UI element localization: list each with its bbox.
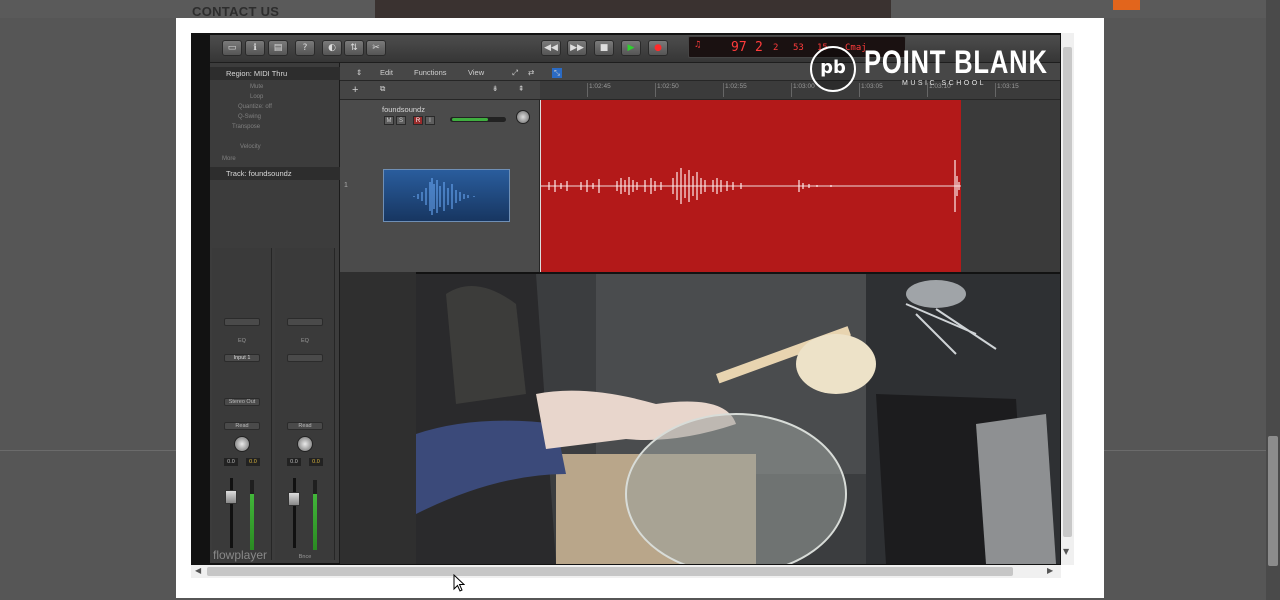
track-number: 1: [344, 182, 348, 189]
thumb-waveform-svg: [413, 178, 475, 215]
view-menu[interactable]: View: [468, 68, 484, 77]
add-track-icon[interactable]: +: [352, 84, 358, 96]
scroll-left-icon[interactable]: ◀: [195, 566, 201, 575]
gain-value: 0.0: [246, 458, 260, 466]
video-content[interactable]: [416, 274, 1060, 564]
functions-menu[interactable]: Functions: [414, 68, 447, 77]
channel-name-2: Bnce: [298, 554, 312, 560]
pan-knob[interactable]: [234, 436, 250, 452]
region-waveform-svg: [541, 160, 962, 212]
video-scene-svg: [416, 274, 1060, 564]
input-slot-2[interactable]: [287, 354, 323, 362]
channel-strip-1: EQ Input 1 Stereo Out Read 0.0 0.0: [212, 248, 272, 560]
page-scrollbar[interactable]: [1266, 0, 1280, 600]
track-tools-icon[interactable]: ⇟: [492, 84, 498, 93]
mouse-cursor-icon: [453, 574, 465, 592]
channel-strip-2: EQ Read 0.0 0.0 Bnce: [275, 248, 335, 560]
volume-fader-2[interactable]: [288, 492, 300, 506]
fader-track: [230, 478, 233, 548]
automation-read-button[interactable]: Read: [224, 422, 260, 430]
page-scrollbar-thumb[interactable]: [1268, 436, 1278, 566]
lcd-metronome-icon: ♫: [695, 40, 701, 50]
lists-icon[interactable]: ▤: [268, 40, 288, 56]
edit-menu[interactable]: Edit: [380, 68, 393, 77]
track-name[interactable]: foundsoundz: [382, 105, 425, 114]
audio-region[interactable]: [540, 100, 962, 272]
play-icon[interactable]: ▶: [621, 40, 641, 56]
empty-tracks-area: [340, 272, 416, 564]
record-enable-button[interactable]: R: [413, 116, 423, 125]
solo-button[interactable]: S: [396, 116, 406, 125]
fast-forward-icon[interactable]: ▶▶: [567, 40, 587, 56]
level-meter-2: [313, 480, 317, 550]
fader-track-2: [293, 478, 296, 548]
help-icon[interactable]: ?: [295, 40, 315, 56]
region-header[interactable]: Region: MIDI Thru: [210, 67, 340, 80]
background-image-strip: [375, 0, 891, 18]
volume-fader[interactable]: [225, 490, 237, 504]
logo-subtitle: MUSIC SCHOOL: [902, 80, 987, 87]
region-param-more[interactable]: More: [222, 153, 302, 166]
modal-vertical-scrollbar[interactable]: ▼: [1061, 33, 1074, 565]
duplicate-track-icon[interactable]: ⧉: [380, 84, 385, 94]
record-icon[interactable]: ●: [648, 40, 668, 56]
eq-label: EQ: [238, 338, 246, 344]
automation-read-button-2[interactable]: Read: [287, 422, 323, 430]
pan-knob-2[interactable]: [297, 436, 313, 452]
flex-icon[interactable]: ⤡: [552, 68, 562, 78]
mixer-icon[interactable]: ⇅: [344, 40, 364, 56]
logo-mark-icon: pb: [810, 46, 856, 92]
track-tools-icon-2[interactable]: ⇞: [518, 84, 524, 93]
scroll-down-icon[interactable]: ▼: [1063, 547, 1069, 556]
track-volume-slider[interactable]: [450, 117, 506, 122]
track-volume-fill: [452, 118, 488, 121]
pan-value: 0.0: [224, 458, 238, 466]
logo-title: POINT BLANK: [864, 44, 1048, 80]
empty-track-area[interactable]: [961, 100, 1060, 272]
input-slot[interactable]: Input 1: [224, 354, 260, 362]
modal-horizontal-scrollbar[interactable]: ◀ ▶: [191, 565, 1061, 578]
region-param-transpose: Transpose: [232, 124, 261, 130]
link-icon[interactable]: ⇄: [528, 68, 534, 77]
scroll-right-icon[interactable]: ▶: [1047, 566, 1053, 575]
contact-us-link[interactable]: CONTACT US: [192, 4, 279, 19]
ruler-tick: 1:02:55: [723, 83, 747, 97]
track-header-bar: + ⧉ ⇟ ⇞: [340, 81, 540, 100]
eq-label-2: EQ: [301, 338, 309, 344]
track-pan-knob[interactable]: [516, 110, 530, 124]
vertical-scroll-thumb[interactable]: [1063, 47, 1072, 537]
mute-button[interactable]: M: [384, 116, 394, 125]
stop-icon[interactable]: ■: [594, 40, 614, 56]
ruler-tick: 1:02:45: [587, 83, 611, 97]
info-icon[interactable]: ℹ: [245, 40, 265, 56]
point-blank-logo: pb POINT BLANK MUSIC SCHOOL: [808, 44, 1068, 92]
ruler-tick: 1:02:50: [655, 83, 679, 97]
track-icon-waveform: [383, 169, 510, 222]
lcd-tempo: 97: [731, 40, 747, 55]
flowplayer-watermark: flowplayer: [213, 548, 268, 562]
setting-button[interactable]: [224, 318, 260, 326]
lcd-bar: 2: [755, 40, 763, 55]
track-header[interactable]: Track: foundsoundz: [210, 167, 340, 180]
setting-button-2[interactable]: [287, 318, 323, 326]
pan-value-2: 0.0: [287, 458, 301, 466]
editors-icon[interactable]: ✂: [366, 40, 386, 56]
media-icon[interactable]: ▭: [222, 40, 242, 56]
lcd-tick: 53: [793, 43, 804, 53]
lcd-beat: 2: [773, 43, 779, 53]
horizontal-scroll-thumb[interactable]: [207, 567, 1013, 576]
orange-close-button[interactable]: [1113, 0, 1140, 10]
input-monitor-button[interactable]: I: [425, 116, 435, 125]
smart-controls-icon[interactable]: ◐: [322, 40, 342, 56]
rewind-icon[interactable]: ◀◀: [541, 40, 561, 56]
tracks-menu-icon[interactable]: ⇕: [356, 68, 362, 77]
level-meter: [250, 480, 254, 550]
gain-value-2: 0.0: [309, 458, 323, 466]
output-slot[interactable]: Stereo Out: [224, 398, 260, 406]
catch-icon[interactable]: ⤢: [512, 68, 518, 78]
